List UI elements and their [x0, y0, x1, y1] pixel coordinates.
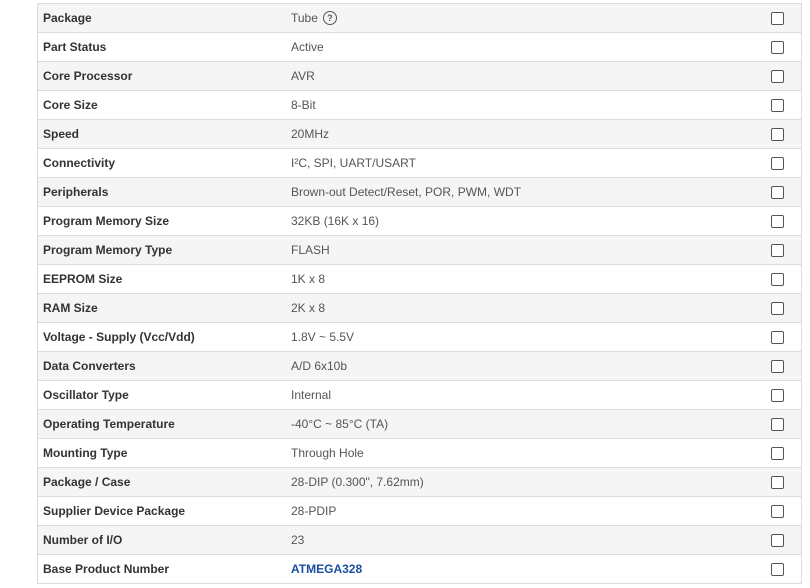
select-checkbox[interactable] [771, 98, 784, 112]
attribute-label: RAM Size [43, 301, 98, 315]
attribute-value: FLASH [291, 243, 330, 257]
table-row: Oscillator Type Internal [38, 381, 801, 410]
table-row: EEPROM Size 1K x 8 [38, 265, 801, 294]
product-attributes-table: Package Tube? Part Status Active Core Pr… [37, 3, 802, 584]
table-row: Connectivity I²C, SPI, UART/USART [38, 149, 801, 178]
select-checkbox[interactable] [771, 388, 784, 402]
select-checkbox[interactable] [771, 417, 784, 431]
attribute-value: I²C, SPI, UART/USART [291, 156, 416, 170]
table-row: Program Memory Type FLASH [38, 236, 801, 265]
table-row: Peripherals Brown-out Detect/Reset, POR,… [38, 178, 801, 207]
attribute-value: 1K x 8 [291, 272, 326, 286]
attribute-label: Peripherals [43, 185, 109, 199]
select-checkbox[interactable] [771, 185, 784, 199]
attribute-label: Part Status [43, 40, 107, 54]
attribute-label: Oscillator Type [43, 388, 129, 402]
attribute-value: 8-Bit [291, 98, 316, 112]
table-row: Voltage - Supply (Vcc/Vdd) 1.8V ~ 5.5V [38, 323, 801, 352]
table-row: Program Memory Size 32KB (16K x 16) [38, 207, 801, 236]
table-row: Number of I/O 23 [38, 526, 801, 555]
attribute-label: Voltage - Supply (Vcc/Vdd) [43, 330, 195, 344]
attribute-value: Tube? [291, 11, 337, 25]
select-checkbox[interactable] [771, 533, 784, 547]
help-icon[interactable]: ? [322, 11, 337, 25]
attribute-label: Program Memory Type [43, 243, 173, 257]
attribute-label: EEPROM Size [43, 272, 123, 286]
table-row: Speed 20MHz [38, 120, 801, 149]
attribute-value: 23 [291, 533, 305, 547]
select-checkbox[interactable] [771, 214, 784, 228]
select-checkbox[interactable] [771, 446, 784, 460]
attribute-label: Mounting Type [43, 446, 128, 460]
select-checkbox[interactable] [771, 359, 784, 373]
select-checkbox[interactable] [771, 504, 784, 518]
attribute-value: 28-DIP (0.300", 7.62mm) [291, 475, 424, 489]
attribute-value-text: Tube [291, 11, 318, 25]
table-row: Mounting Type Through Hole [38, 439, 801, 468]
attribute-value: 28-PDIP [291, 504, 337, 518]
attribute-label: Supplier Device Package [43, 504, 186, 518]
select-checkbox[interactable] [771, 562, 784, 576]
table-row: Package / Case 28-DIP (0.300", 7.62mm) [38, 468, 801, 497]
select-checkbox[interactable] [771, 272, 784, 286]
attribute-label: Base Product Number [43, 562, 170, 576]
table-row: Base Product Number ATMEGA328 [38, 555, 801, 584]
select-checkbox[interactable] [771, 156, 784, 170]
table-row: Operating Temperature -40°C ~ 85°C (TA) [38, 410, 801, 439]
attribute-value: A/D 6x10b [291, 359, 348, 373]
attribute-value: Through Hole [291, 446, 364, 460]
select-checkbox[interactable] [771, 330, 784, 344]
attribute-value: 32KB (16K x 16) [291, 214, 380, 228]
select-checkbox[interactable] [771, 69, 784, 83]
attribute-label: Operating Temperature [43, 417, 175, 431]
table-row: Data Converters A/D 6x10b [38, 352, 801, 381]
select-checkbox[interactable] [771, 127, 784, 141]
base-product-link[interactable]: ATMEGA328 [291, 562, 362, 576]
attribute-value: Internal [291, 388, 332, 402]
select-checkbox[interactable] [771, 243, 784, 257]
attribute-label: Package [43, 11, 92, 25]
table-row: Supplier Device Package 28-PDIP [38, 497, 801, 526]
select-checkbox[interactable] [771, 301, 784, 315]
attribute-value: AVR [291, 69, 315, 83]
table-row: Core Size 8-Bit [38, 91, 801, 120]
attribute-value: Brown-out Detect/Reset, POR, PWM, WDT [291, 185, 522, 199]
attribute-label: Connectivity [43, 156, 116, 170]
attribute-value: 20MHz [291, 127, 330, 141]
attribute-value: 2K x 8 [291, 301, 326, 315]
select-checkbox[interactable] [771, 40, 784, 54]
table-row: Part Status Active [38, 33, 801, 62]
attribute-value: Active [291, 40, 324, 54]
attribute-value: -40°C ~ 85°C (TA) [291, 417, 389, 431]
attribute-label: Core Size [43, 98, 98, 112]
attribute-label: Speed [43, 127, 80, 141]
attribute-label: Program Memory Size [43, 214, 170, 228]
attribute-label: Core Processor [43, 69, 133, 83]
attribute-value: 1.8V ~ 5.5V [291, 330, 355, 344]
table-row: RAM Size 2K x 8 [38, 294, 801, 323]
table-row: Package Tube? [38, 4, 801, 33]
attribute-label: Package / Case [43, 475, 131, 489]
table-row: Core Processor AVR [38, 62, 801, 91]
attribute-label: Data Converters [43, 359, 136, 373]
select-checkbox[interactable] [771, 475, 784, 489]
attribute-label: Number of I/O [43, 533, 123, 547]
select-checkbox[interactable] [771, 11, 784, 25]
